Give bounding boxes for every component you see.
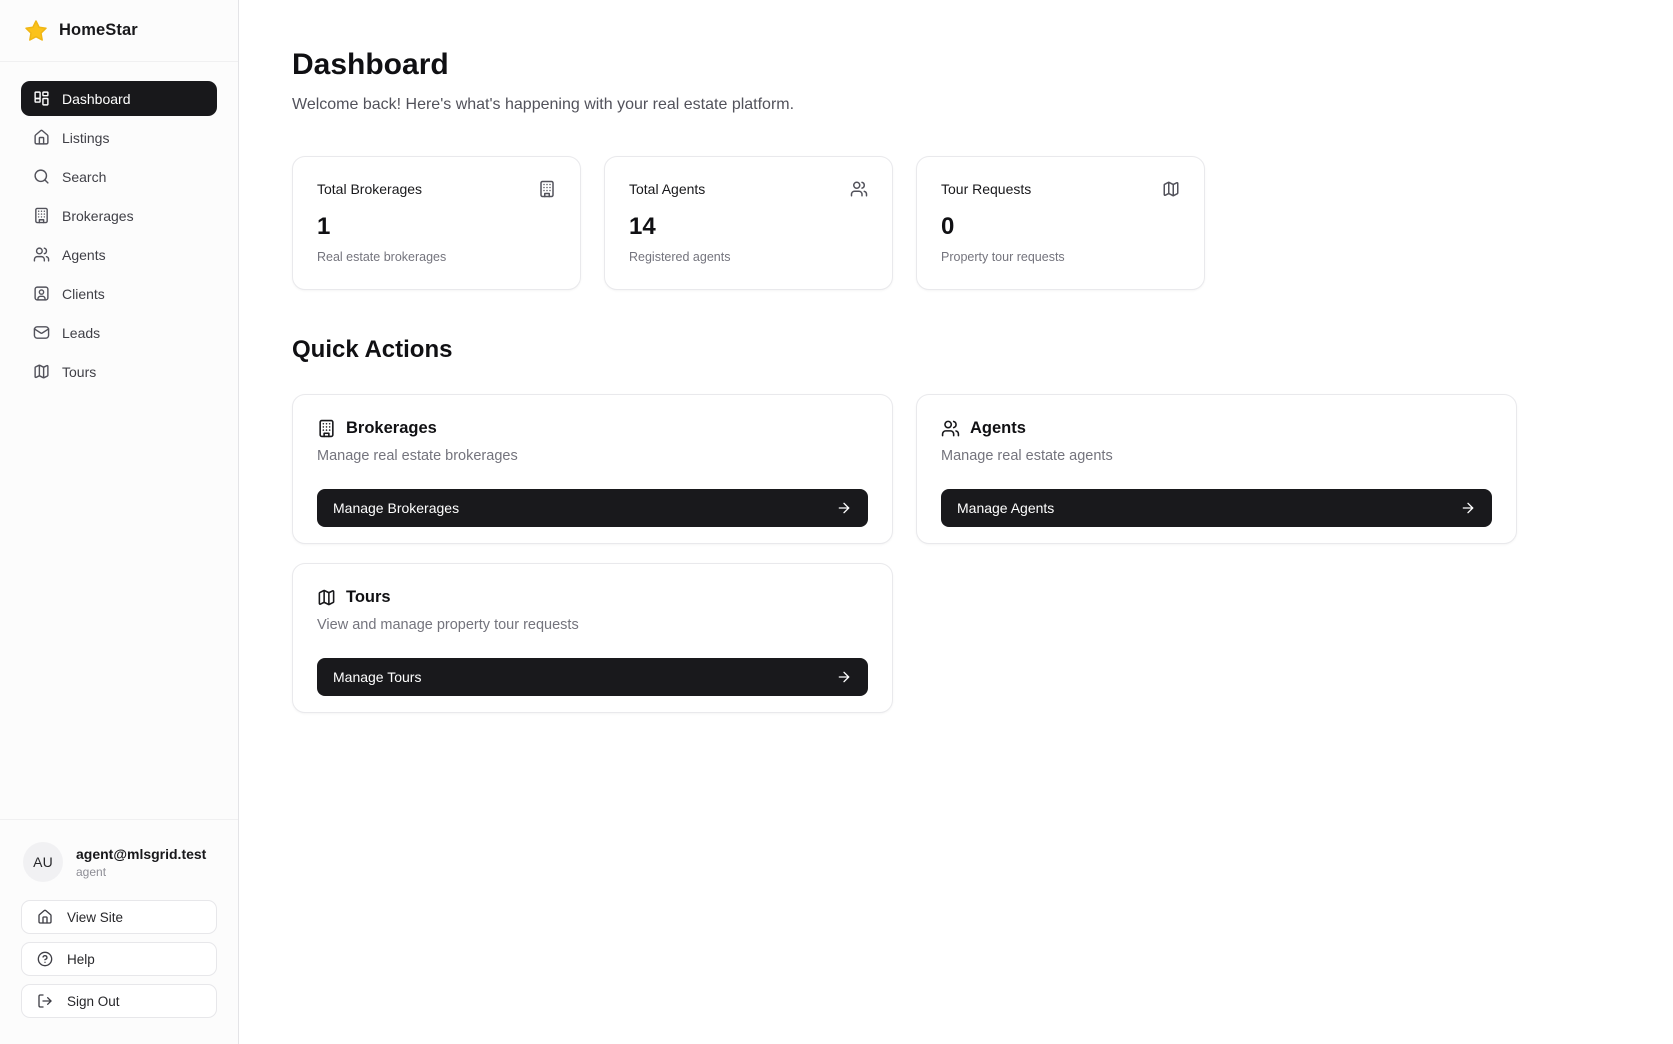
stat-value: 1 [317,213,556,241]
avatar: AU [23,842,63,882]
action-title: Tours [346,588,391,607]
mail-icon [33,324,50,341]
help-button[interactable]: Help [21,942,217,976]
action-title: Agents [970,419,1026,438]
sidebar-item-listings[interactable]: Listings [21,120,217,155]
stat-caption: Real estate brokerages [317,250,556,264]
dashboard-icon [33,90,50,107]
arrow-right-icon [836,669,852,685]
stat-title: Total Brokerages [317,181,422,197]
map-icon [33,363,50,380]
sidebar-nav: Dashboard Listings Search Brokerages Age… [0,62,238,819]
sidebar-item-label: Brokerages [62,208,134,224]
users-icon [33,246,50,263]
sign-out-button[interactable]: Sign Out [21,984,217,1018]
map-icon [1162,180,1180,198]
brand-header: HomeStar [0,0,238,62]
arrow-right-icon [836,500,852,516]
sidebar-item-label: Dashboard [62,91,131,107]
manage-agents-label: Manage Agents [957,500,1054,516]
house-icon [33,129,50,146]
stat-card-total-brokerages: Total Brokerages 1 Real estate brokerage… [292,156,581,290]
star-logo-icon [24,19,48,43]
view-site-button[interactable]: View Site [21,900,217,934]
sidebar-footer: AU agent@mlsgrid.test agent View Site He… [0,819,238,1044]
action-card-tours: Tours View and manage property tour requ… [292,563,893,713]
manage-brokerages-button[interactable]: Manage Brokerages [317,489,868,527]
manage-brokerages-label: Manage Brokerages [333,500,459,516]
sidebar: HomeStar Dashboard Listings Search Broke… [0,0,239,1044]
help-circle-icon [37,951,53,967]
building-icon [33,207,50,224]
action-card-agents: Agents Manage real estate agents Manage … [916,394,1517,544]
user-role: agent [76,865,206,879]
user-info: AU agent@mlsgrid.test agent [21,842,217,882]
sidebar-item-leads[interactable]: Leads [21,315,217,350]
action-title: Brokerages [346,419,437,438]
manage-agents-button[interactable]: Manage Agents [941,489,1492,527]
sidebar-item-search[interactable]: Search [21,159,217,194]
sidebar-item-label: Listings [62,130,109,146]
sidebar-item-agents[interactable]: Agents [21,237,217,272]
sidebar-item-brokerages[interactable]: Brokerages [21,198,217,233]
sidebar-item-label: Search [62,169,106,185]
quick-actions-title: Quick Actions [292,336,1617,364]
action-subtitle: Manage real estate brokerages [317,448,868,464]
page-title: Dashboard [292,48,1617,82]
page-subtitle: Welcome back! Here's what's happening wi… [292,96,1617,114]
manage-tours-label: Manage Tours [333,669,421,685]
sidebar-item-label: Leads [62,325,100,341]
house-icon [37,909,53,925]
action-subtitle: Manage real estate agents [941,448,1492,464]
user-card-icon [33,285,50,302]
sign-out-icon [37,993,53,1009]
sidebar-item-label: Clients [62,286,105,302]
building-icon [317,419,336,438]
sidebar-item-label: Agents [62,247,106,263]
help-label: Help [67,952,95,967]
sign-out-label: Sign Out [67,994,120,1009]
users-icon [850,180,868,198]
brand-name: HomeStar [59,21,138,40]
stat-card-total-agents: Total Agents 14 Registered agents [604,156,893,290]
users-icon [941,419,960,438]
arrow-right-icon [1460,500,1476,516]
stat-value: 14 [629,213,868,241]
quick-actions-grid: Brokerages Manage real estate brokerages… [292,394,1617,713]
view-site-label: View Site [67,910,123,925]
stat-caption: Property tour requests [941,250,1180,264]
stat-value: 0 [941,213,1180,241]
user-email: agent@mlsgrid.test [76,846,206,862]
action-subtitle: View and manage property tour requests [317,617,868,633]
sidebar-item-dashboard[interactable]: Dashboard [21,81,217,116]
stat-card-tour-requests: Tour Requests 0 Property tour requests [916,156,1205,290]
sidebar-item-tours[interactable]: Tours [21,354,217,389]
search-icon [33,168,50,185]
stat-title: Total Agents [629,181,705,197]
stat-caption: Registered agents [629,250,868,264]
action-card-brokerages: Brokerages Manage real estate brokerages… [292,394,893,544]
main-content: Dashboard Welcome back! Here's what's ha… [239,0,1673,1044]
map-icon [317,588,336,607]
building-icon [538,180,556,198]
stat-title: Tour Requests [941,181,1031,197]
sidebar-item-clients[interactable]: Clients [21,276,217,311]
stats-row: Total Brokerages 1 Real estate brokerage… [292,156,1617,290]
manage-tours-button[interactable]: Manage Tours [317,658,868,696]
sidebar-item-label: Tours [62,364,96,380]
